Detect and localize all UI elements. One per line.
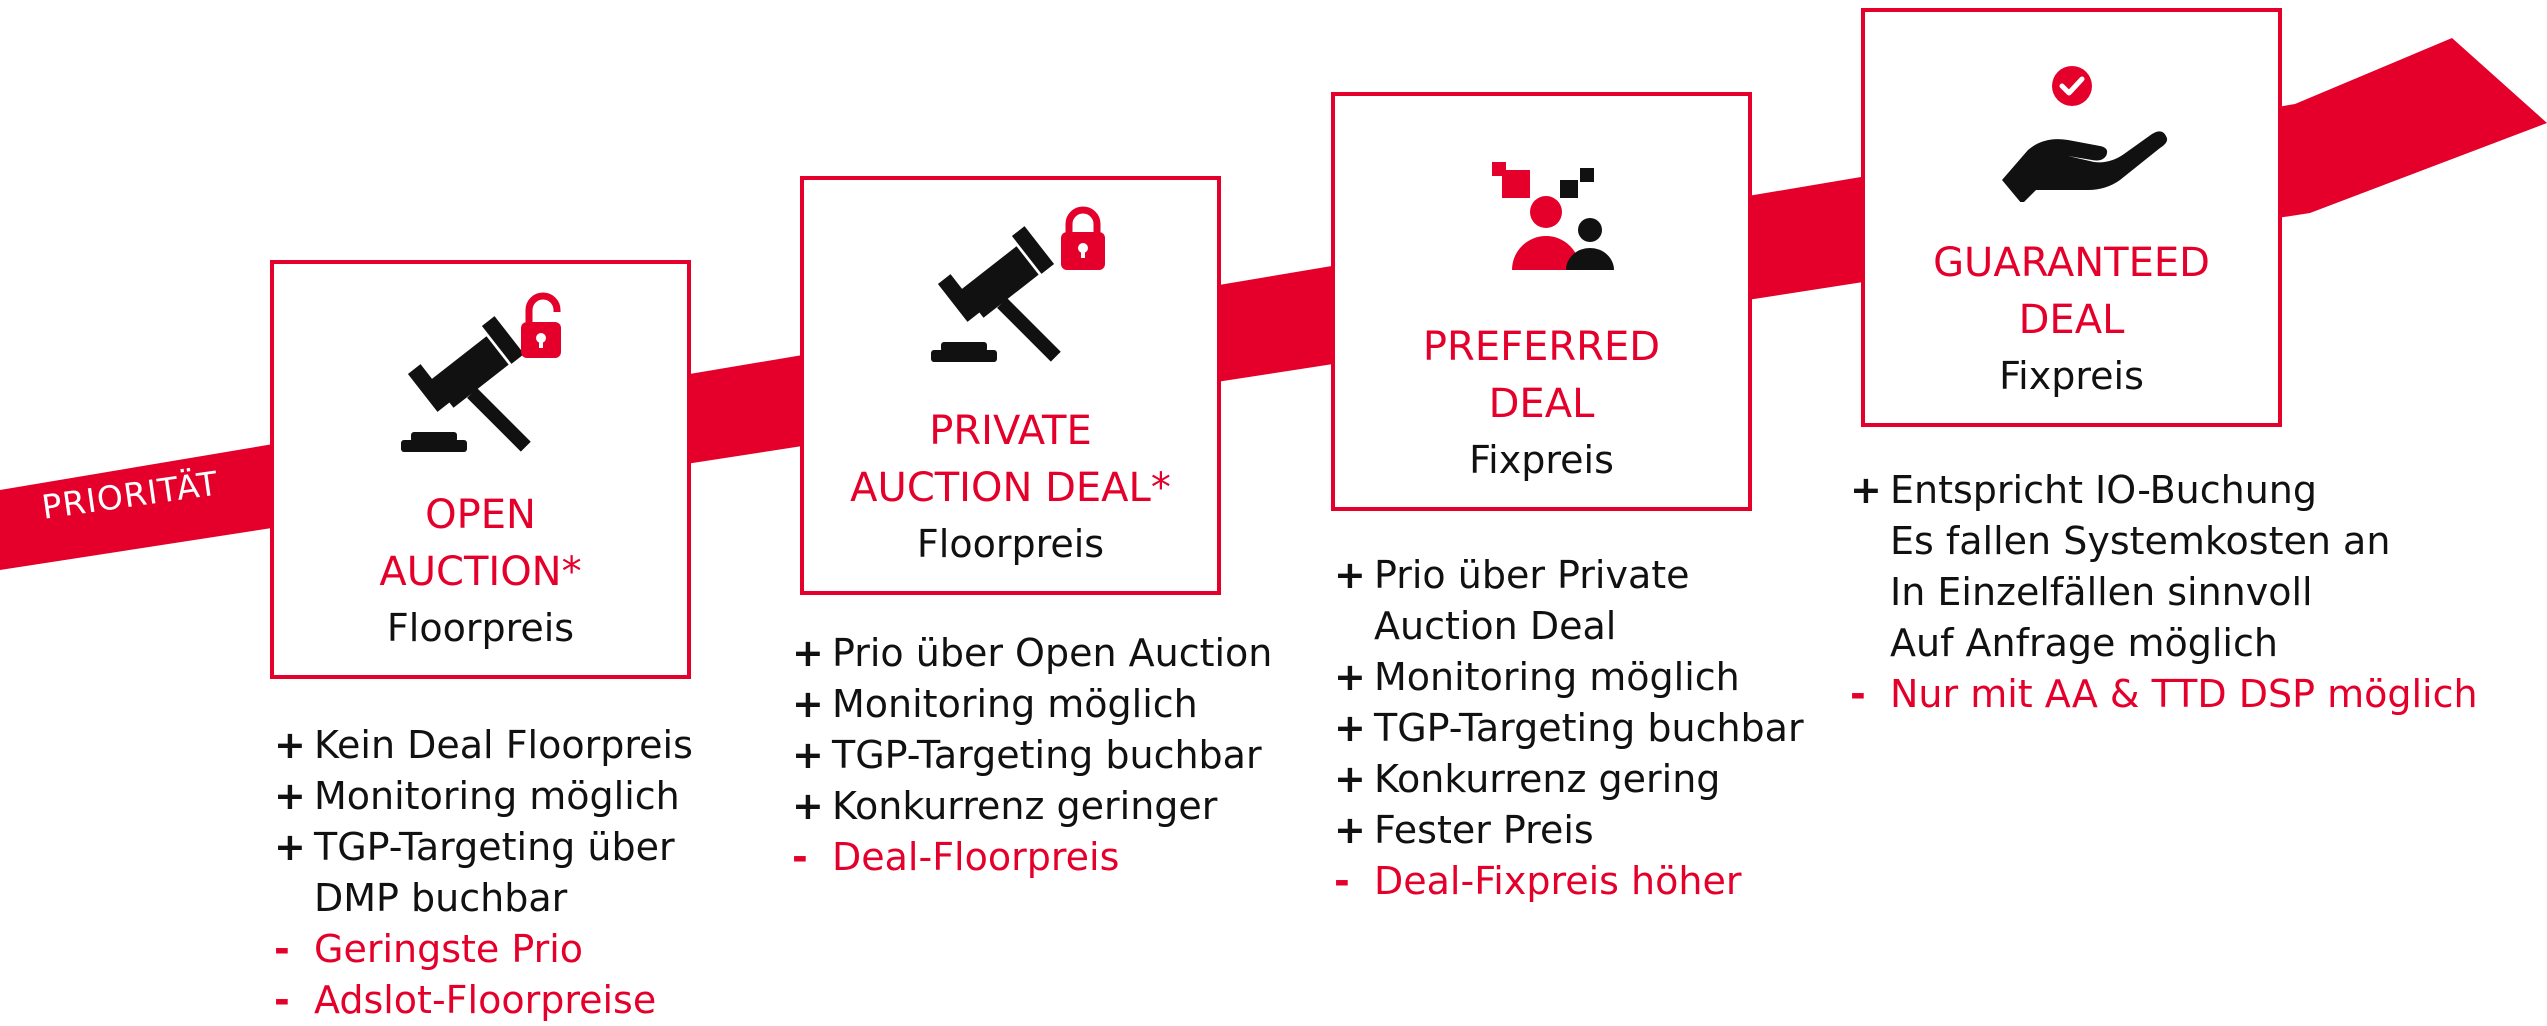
pros-cons-open-auction: + Kein Deal Floorpreis + Monitoring möglic… bbox=[274, 720, 693, 1026]
list-item: + Fester Preis bbox=[1334, 808, 1594, 852]
list-item: - Adslot-Floorpreise bbox=[274, 978, 657, 1022]
card-title-line1: OPEN bbox=[425, 492, 536, 538]
list-item: + Monitoring möglich bbox=[274, 774, 680, 818]
list-item: - Geringste Prio bbox=[274, 927, 584, 971]
list-item: + Prio über Open Auction bbox=[792, 631, 1273, 675]
card-title-line1: PRIVATE bbox=[929, 408, 1092, 454]
card-title-line2: DEAL bbox=[2018, 297, 2125, 343]
list-item: In Einzelfällen sinnvoll bbox=[1890, 570, 2313, 614]
people-icon bbox=[1335, 150, 1748, 284]
list-item: + Prio über Private Auction Deal bbox=[1334, 553, 1690, 648]
list-item: + TGP-Targeting buchbar bbox=[792, 733, 1262, 777]
card-title-line2: AUCTION DEAL* bbox=[850, 465, 1171, 511]
list-item: + Konkurrenz gering bbox=[1334, 757, 1721, 801]
card-title-line1: PREFERRED bbox=[1422, 324, 1661, 370]
card-title-line2: AUCTION* bbox=[379, 549, 582, 595]
list-item: - Deal-Fixpreis höher bbox=[1334, 859, 1742, 903]
list-item: Auf Anfrage möglich bbox=[1890, 621, 2278, 665]
hand-check-icon bbox=[1865, 52, 2278, 206]
card-title-line1: GUARANTEED bbox=[1933, 240, 2210, 286]
list-item: + Kein Deal Floorpreis bbox=[274, 723, 693, 767]
card-subtitle: Floorpreis bbox=[916, 522, 1105, 566]
list-item: + Konkurrenz geringer bbox=[792, 784, 1218, 828]
list-item: + Entspricht IO-Buchung bbox=[1850, 468, 2317, 512]
pros-cons-preferred-deal: + Prio über Private Auction Deal + Monitori… bbox=[1334, 550, 1804, 907]
card-title-line2: DEAL bbox=[1488, 381, 1595, 427]
pros-cons-private-auction-deal: + Prio über Open Auction + Monitoring mögl… bbox=[792, 628, 1272, 883]
list-item: + TGP-Targeting buchbar bbox=[1334, 706, 1804, 750]
list-item: - Deal-Floorpreis bbox=[792, 835, 1120, 879]
card-guaranteed-deal: GUARANTEED DEAL Fixpreis bbox=[1861, 8, 2282, 427]
card-subtitle: Floorpreis bbox=[386, 606, 575, 650]
pros-cons-guaranteed-deal: + Entspricht IO-Buchung Es fallen Systemk… bbox=[1850, 465, 2478, 720]
card-subtitle: Fixpreis bbox=[1999, 354, 2144, 398]
gavel-unlocked-icon bbox=[274, 292, 687, 466]
card-open-auction: OPEN AUCTION* Floorpreis bbox=[270, 260, 691, 679]
card-preferred-deal: PREFERRED DEAL Fixpreis bbox=[1331, 92, 1752, 511]
list-item: + TGP-Targeting über DMP buchbar bbox=[274, 825, 675, 920]
card-private-auction-deal: PRIVATE AUCTION DEAL* Floorpreis bbox=[800, 176, 1221, 595]
list-item: - Nur mit AA & TTD DSP möglich bbox=[1850, 672, 2478, 716]
card-subtitle: Fixpreis bbox=[1469, 438, 1614, 482]
gavel-locked-icon bbox=[804, 202, 1217, 376]
list-item: Es fallen Systemkosten an bbox=[1890, 519, 2391, 563]
list-item: + Monitoring möglich bbox=[1334, 655, 1740, 699]
list-item: + Monitoring möglich bbox=[792, 682, 1198, 726]
